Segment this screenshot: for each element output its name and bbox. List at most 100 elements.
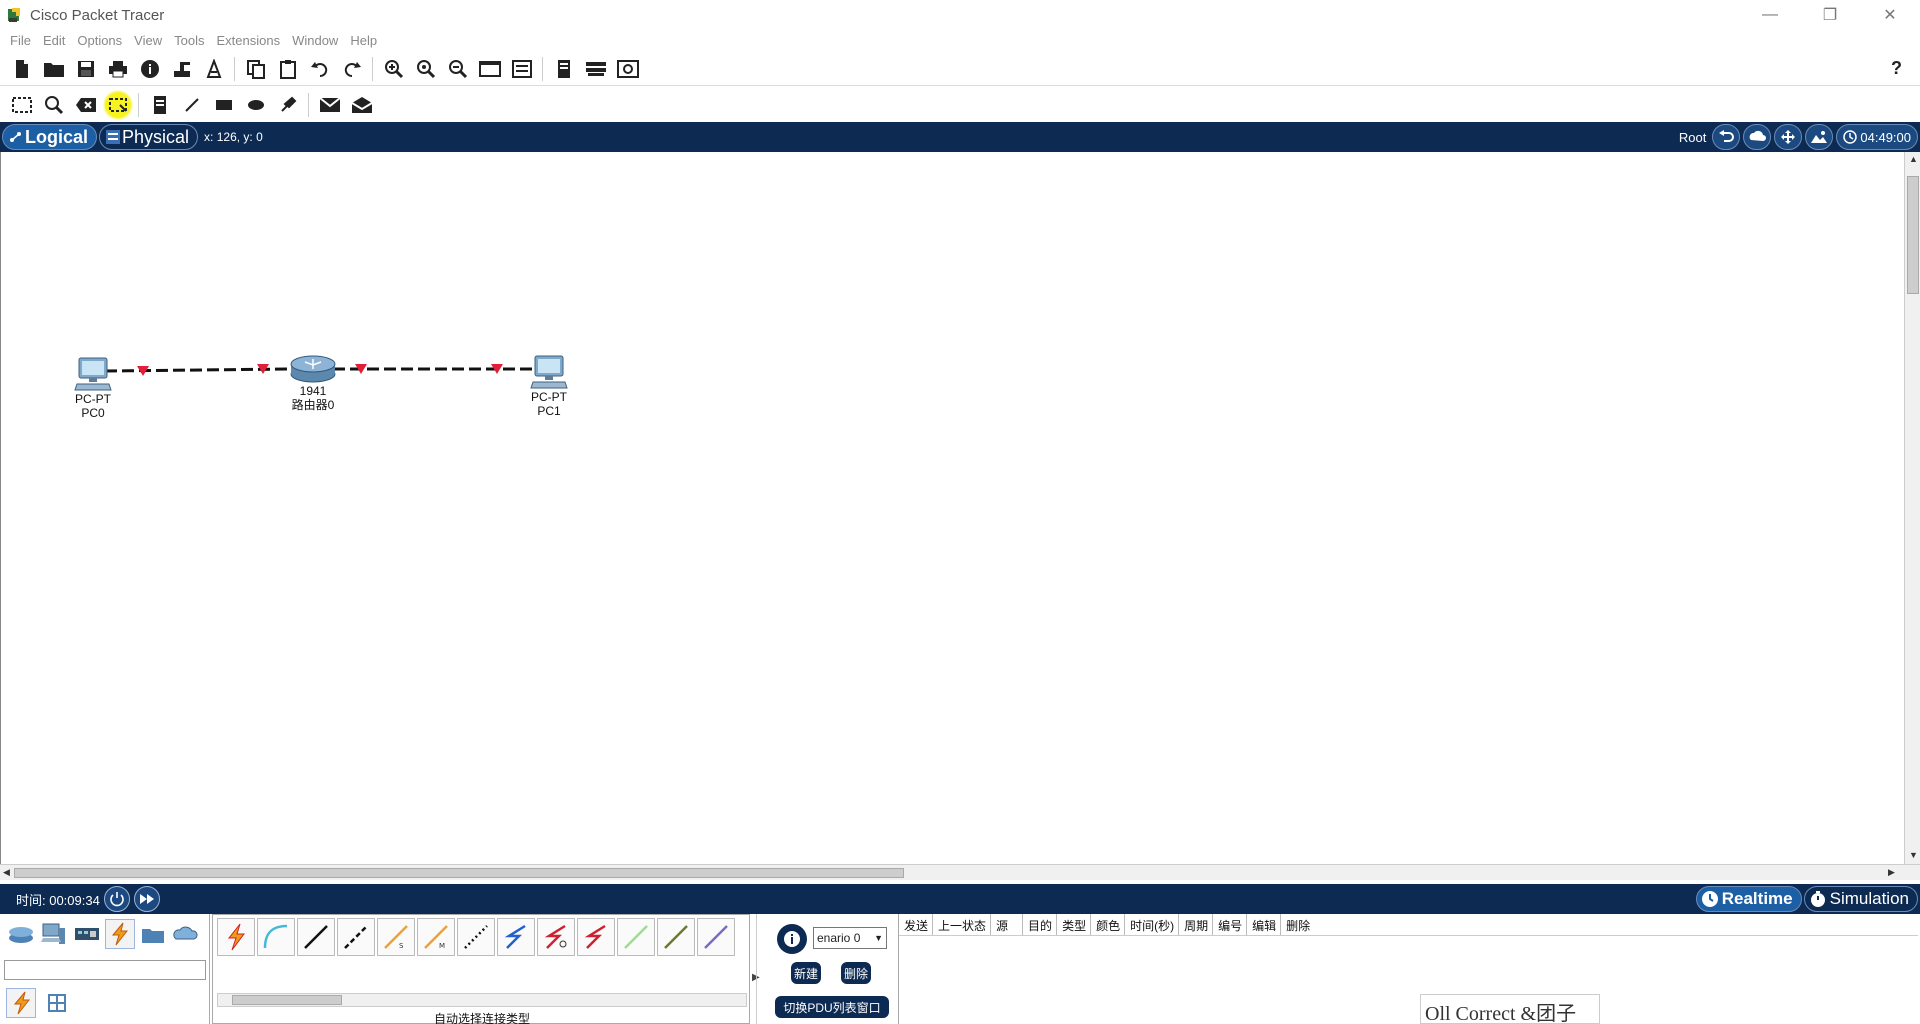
tab-physical[interactable]: Physical — [99, 124, 199, 150]
usb-cable-icon[interactable] — [697, 918, 735, 956]
viewport-clock[interactable]: 04:49:00 — [1836, 124, 1918, 150]
add-simple-pdu-icon[interactable] — [314, 90, 346, 120]
add-complex-pdu-icon[interactable] — [346, 90, 378, 120]
coaxial-cable-icon[interactable] — [497, 918, 535, 956]
menu-tools[interactable]: Tools — [168, 33, 210, 48]
draw-rectangle-icon[interactable] — [208, 90, 240, 120]
drawing-palette-icon[interactable] — [474, 54, 506, 84]
copper-cross-over-icon[interactable] — [337, 918, 375, 956]
fast-forward-icon[interactable] — [133, 886, 160, 912]
connections-icon[interactable] — [105, 919, 135, 949]
new-file-icon[interactable] — [6, 54, 38, 84]
miscellaneous-icon[interactable] — [138, 919, 168, 949]
menu-extensions[interactable]: Extensions — [210, 33, 286, 48]
cluster-view-icon[interactable] — [1743, 124, 1772, 150]
tab-logical[interactable]: Logical — [2, 124, 98, 150]
octal-cable-icon[interactable] — [617, 918, 655, 956]
redo-icon[interactable] — [336, 54, 368, 84]
tab-realtime[interactable]: Realtime — [1695, 886, 1802, 912]
column-time[interactable]: 时间(秒) — [1125, 914, 1180, 935]
zoom-out-icon[interactable] — [442, 54, 474, 84]
device-pc1[interactable]: PC-PT PC1 — [519, 354, 579, 418]
scenario-select[interactable]: enario 0 ▼ — [813, 927, 887, 949]
copy-icon[interactable] — [240, 54, 272, 84]
print-icon[interactable] — [102, 54, 134, 84]
resize-shape-icon[interactable] — [102, 90, 134, 120]
paste-icon[interactable] — [272, 54, 304, 84]
menu-window[interactable]: Window — [286, 33, 344, 48]
minimize-button[interactable]: — — [1740, 0, 1800, 30]
logical-workspace-canvas[interactable]: PC-PT PC0 1941 路由器0 PC-PT PC1 — [0, 152, 1904, 864]
canvas-horizontal-scrollbar[interactable]: ◀ ▶ — [0, 864, 1920, 880]
console-cable-icon[interactable] — [257, 918, 295, 956]
copper-straight-through-icon[interactable] — [297, 918, 335, 956]
components-icon[interactable] — [72, 919, 102, 949]
toggle-pdu-list-button[interactable]: 切换PDU列表窗口 — [775, 996, 889, 1018]
column-fire[interactable]: 发送 — [899, 914, 934, 935]
end-devices-icon[interactable] — [39, 919, 69, 949]
new-scenario-button[interactable]: 新建 — [791, 962, 821, 984]
back-icon[interactable] — [1712, 124, 1741, 150]
column-delete[interactable]: 删除 — [1281, 914, 1314, 935]
menu-help[interactable]: Help — [344, 33, 383, 48]
horizontal-scroll-thumb[interactable] — [14, 868, 904, 878]
column-destination[interactable]: 目的 — [1023, 914, 1058, 935]
undo-icon[interactable] — [304, 54, 336, 84]
fiber-icon[interactable]: S — [377, 918, 415, 956]
python-lab-icon[interactable] — [198, 54, 230, 84]
delete-scenario-button[interactable]: 删除 — [841, 962, 871, 984]
column-color[interactable]: 颜色 — [1091, 914, 1126, 935]
column-type[interactable]: 类型 — [1057, 914, 1092, 935]
device-router0[interactable]: 1941 路由器0 — [283, 354, 343, 412]
grid-subtype-icon[interactable] — [42, 988, 72, 1018]
serial-dce-icon[interactable] — [537, 918, 575, 956]
open-folder-icon[interactable] — [38, 54, 70, 84]
save-icon[interactable] — [70, 54, 102, 84]
activity-wizard-icon[interactable] — [166, 54, 198, 84]
device-pc0[interactable]: PC-PT PC0 — [63, 356, 123, 420]
iot-custom-cable-icon[interactable] — [657, 918, 695, 956]
draw-ellipse-icon[interactable] — [240, 90, 272, 120]
help-button[interactable]: ? — [1891, 58, 1902, 79]
network-devices-icon[interactable] — [6, 919, 36, 949]
column-periodic[interactable]: 周期 — [1179, 914, 1214, 935]
connection-subtype-icon[interactable] — [6, 988, 36, 1018]
draw-line-icon[interactable] — [176, 90, 208, 120]
place-note-icon[interactable] — [144, 90, 176, 120]
phone-cable-icon[interactable] — [457, 918, 495, 956]
multiuser-connection-icon[interactable] — [171, 919, 201, 949]
tab-simulation[interactable]: Simulation — [1803, 886, 1918, 912]
auto-connection-icon[interactable] — [217, 918, 255, 956]
restore-button[interactable]: ❐ — [1800, 0, 1860, 30]
scroll-left-icon[interactable]: ◀ — [3, 867, 10, 878]
zoom-in-icon[interactable] — [378, 54, 410, 84]
screenshot-icon[interactable] — [612, 54, 644, 84]
scroll-up-icon[interactable]: ▲ — [1909, 154, 1918, 164]
column-source[interactable]: 源 — [991, 914, 1024, 935]
menu-edit[interactable]: Edit — [37, 33, 71, 48]
column-edit[interactable]: 编辑 — [1247, 914, 1282, 935]
scenario-info-icon[interactable] — [777, 924, 807, 954]
cluster-icon[interactable] — [580, 54, 612, 84]
view-command-log-icon[interactable] — [548, 54, 580, 84]
inspect-icon[interactable] — [38, 90, 70, 120]
scroll-right-icon[interactable]: ▶ — [1888, 867, 1895, 878]
delete-icon[interactable] — [70, 90, 102, 120]
menu-view[interactable]: View — [128, 33, 168, 48]
fiber-multimode-icon[interactable]: M — [417, 918, 455, 956]
column-last-status[interactable]: 上一状态 — [933, 914, 992, 935]
power-cycle-icon[interactable] — [103, 886, 130, 912]
canvas-vertical-scrollbar[interactable]: ▲ ▼ — [1904, 152, 1920, 864]
set-background-icon[interactable] — [1805, 124, 1834, 150]
zoom-reset-icon[interactable] — [410, 54, 442, 84]
connection-panel-scrollbar[interactable] — [217, 993, 747, 1007]
freeform-icon[interactable] — [272, 90, 304, 120]
info-icon[interactable] — [134, 54, 166, 84]
menu-options[interactable]: Options — [71, 33, 128, 48]
vertical-scroll-thumb[interactable] — [1907, 176, 1919, 294]
scroll-down-icon[interactable]: ▼ — [1909, 850, 1918, 860]
custom-device-icon[interactable] — [506, 54, 538, 84]
column-num[interactable]: 编号 — [1213, 914, 1248, 935]
close-button[interactable]: ✕ — [1860, 0, 1920, 30]
connection-scroll-thumb[interactable] — [232, 995, 342, 1005]
